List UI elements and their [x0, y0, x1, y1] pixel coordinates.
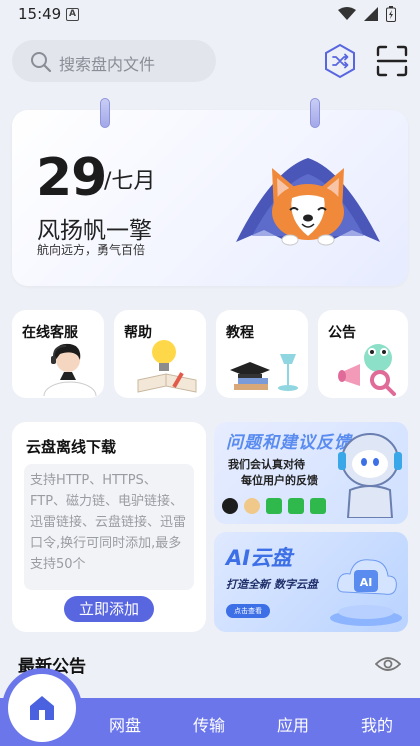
svg-text:AI: AI: [360, 576, 373, 589]
calendar-ring-left: [100, 98, 110, 128]
calendar-day: 29: [36, 148, 107, 208]
qq-icon: [222, 498, 238, 514]
feedback-banner[interactable]: 问题和建议反馈 我们会认真对待 每位用户的反馈: [214, 422, 408, 524]
search-input[interactable]: 搜索盘内文件: [12, 40, 216, 82]
calendar-subtitle: 航向远方，勇气百倍: [37, 243, 146, 257]
offline-link-input[interactable]: 支持HTTP、HTTPS、FTP、磁力链、电驴链接、迅雷链接、云盘链接、迅雷口令…: [24, 464, 194, 590]
edit-icon: [288, 498, 304, 514]
quick-card-tutorial[interactable]: 教程: [216, 310, 308, 398]
ai-cloud-icon: AI: [330, 559, 402, 626]
corgi-mascot-icon: [236, 158, 380, 246]
offline-download-title: 云盘离线下载: [26, 438, 117, 456]
headset-agent-icon: [43, 343, 97, 396]
status-icons: [338, 6, 396, 22]
search-icon: [31, 52, 52, 73]
ai-title: AI云盘: [226, 546, 293, 570]
ai-cloud-banner[interactable]: AI云盘 打造全新 数字云盘 点击查看 AI: [214, 532, 408, 632]
status-bar: 15:49 A: [0, 0, 420, 30]
status-time: 15:49: [18, 5, 62, 23]
feedback-line2: 每位用户的反馈: [241, 474, 318, 487]
contact-card-icon: [310, 498, 326, 514]
calendar-month: /七月: [104, 169, 156, 194]
lightbulb-book-icon: [137, 340, 197, 393]
calendar-title: 风扬帆一擎: [37, 218, 152, 244]
robot-mascot-icon: [338, 433, 402, 518]
ai-subtitle: 打造全新 数字云盘: [226, 578, 318, 591]
search-placeholder: 搜索盘内文件: [59, 55, 156, 74]
notification-a-icon: A: [66, 8, 79, 21]
view-button[interactable]: 点击查看: [226, 604, 270, 618]
wifi-icon: [338, 7, 356, 20]
scan-button[interactable]: [376, 45, 408, 77]
eye-icon[interactable]: [375, 654, 401, 674]
quick-card-help[interactable]: 帮助: [114, 310, 206, 398]
shuffle-button[interactable]: [323, 43, 357, 79]
nav-item-mine[interactable]: 我的: [361, 712, 393, 736]
add-now-button[interactable]: 立即添加: [64, 596, 154, 622]
graduation-cap-icon: [230, 354, 298, 391]
nav-item-netdisk[interactable]: 网盘: [109, 712, 141, 736]
feedback-line1: 我们会认真对待: [228, 458, 305, 471]
nav-item-transfer[interactable]: 传输: [193, 712, 225, 736]
megaphone-icon: [338, 344, 396, 396]
contact-icons: [222, 498, 326, 514]
latest-notice-title: 最新公告: [18, 657, 86, 677]
quick-card-customer-service[interactable]: 在线客服: [12, 310, 104, 398]
calendar-ring-right: [310, 98, 320, 128]
nav-item-apps[interactable]: 应用: [277, 712, 309, 736]
signal-icon: [364, 7, 378, 21]
group-icon: [244, 498, 260, 514]
quick-card-announcement[interactable]: 公告: [318, 310, 408, 398]
home-icon: [30, 696, 54, 720]
wechat-icon: [266, 498, 282, 514]
offline-download-card: 云盘离线下载 支持HTTP、HTTPS、FTP、磁力链、电驴链接、迅雷链接、云盘…: [12, 422, 206, 632]
battery-icon: [386, 6, 396, 22]
